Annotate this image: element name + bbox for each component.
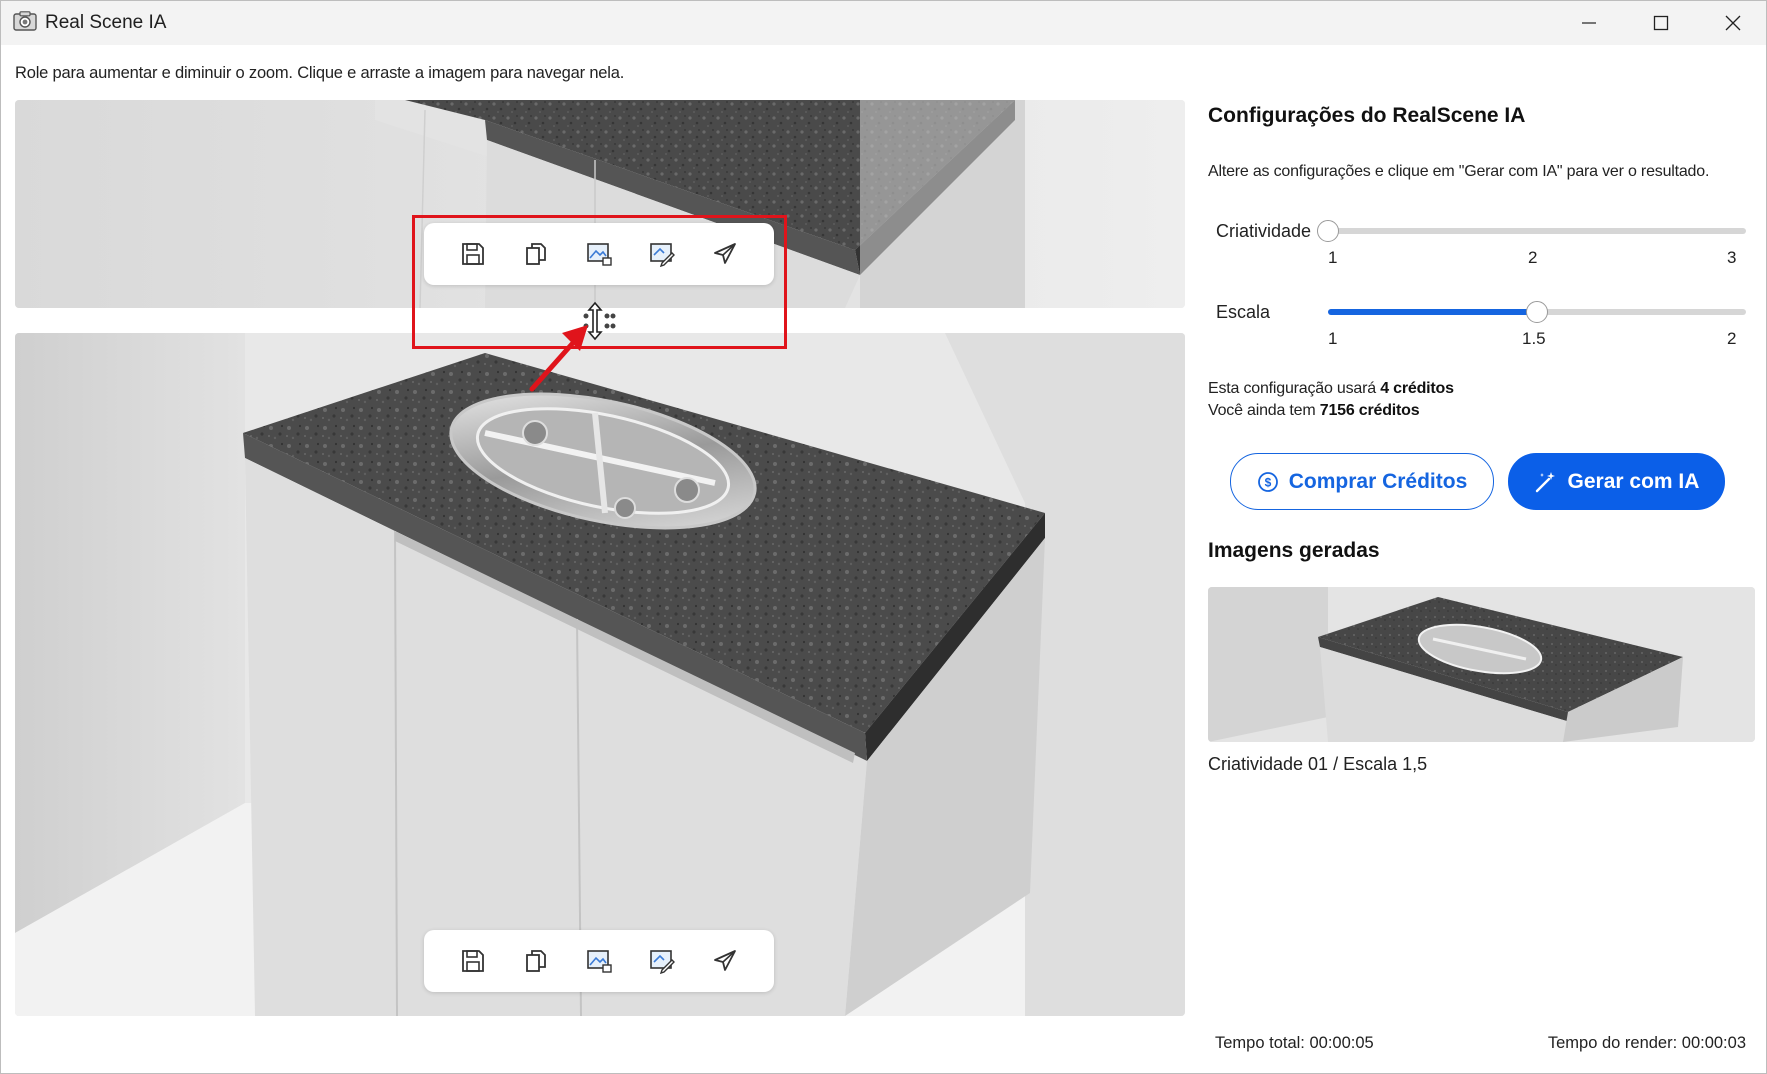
- credits-usage-prefix: Esta configuração usará: [1208, 380, 1376, 397]
- send-button[interactable]: [705, 941, 745, 981]
- minimize-button[interactable]: [1553, 1, 1625, 45]
- coin-icon: $: [1257, 471, 1278, 492]
- escala-tick-min: 1: [1328, 329, 1338, 348]
- maximize-icon: [1653, 15, 1669, 31]
- close-button[interactable]: [1697, 1, 1767, 45]
- credits-balance-prefix: Você ainda tem: [1208, 402, 1316, 419]
- kitchen-render-main: [15, 333, 1185, 1016]
- settings-description: Altere as configurações e clique em "Ger…: [1208, 163, 1710, 180]
- viewer-hint: Role para aumentar e diminuir o zoom. Cl…: [15, 64, 625, 82]
- title-bar: Real Scene IA: [1, 1, 1766, 45]
- credits-balance: Você ainda tem 7156 créditos: [1208, 402, 1420, 420]
- generate-ai-label: Gerar com IA: [1567, 469, 1700, 493]
- close-icon: [1725, 15, 1741, 31]
- criatividade-tick-min: 1: [1328, 248, 1338, 267]
- escala-label: Escala: [1216, 302, 1271, 322]
- maximize-button[interactable]: [1625, 1, 1697, 45]
- credits-usage-value: 4 créditos: [1380, 380, 1454, 397]
- criatividade-label: Criatividade: [1216, 221, 1312, 241]
- criatividade-tick-mid: 2: [1528, 248, 1538, 267]
- annotation-arrow-icon: [529, 325, 588, 392]
- total-time: Tempo total: 00:00:05: [1215, 1034, 1374, 1052]
- image-export-button[interactable]: [579, 941, 619, 981]
- app-window: Real Scene IA Role para aumentar e dimin…: [0, 0, 1767, 1074]
- save-button[interactable]: [453, 941, 493, 981]
- window-title: Real Scene IA: [45, 12, 167, 33]
- magic-wand-icon: [1535, 471, 1555, 492]
- buy-credits-button[interactable]: $ Comprar Créditos: [1230, 453, 1494, 510]
- criatividade-slider-track[interactable]: [1328, 228, 1746, 234]
- render-viewport-main[interactable]: [15, 333, 1185, 1016]
- viewer-toolbar-bottom: [424, 930, 774, 992]
- generated-image-caption: Criatividade 01 / Escala 1,5: [1208, 754, 1428, 774]
- escala-slider-fill: [1328, 309, 1537, 315]
- send-icon: [713, 950, 736, 971]
- image-edit-icon: [649, 950, 675, 974]
- render-time: Tempo do render: 00:00:03: [1547, 1034, 1746, 1052]
- minimize-icon: [1582, 22, 1596, 24]
- credits-balance-value: 7156 créditos: [1319, 402, 1420, 419]
- criatividade-slider-thumb[interactable]: [1317, 220, 1339, 242]
- escala-tick-max: 2: [1727, 329, 1737, 348]
- settings-title: Configurações do RealScene IA: [1208, 104, 1526, 127]
- copy-icon: [526, 950, 547, 972]
- image-edit-button[interactable]: [642, 941, 682, 981]
- escala-tick-mid: 1.5: [1522, 329, 1546, 348]
- buy-credits-label: Comprar Créditos: [1288, 469, 1468, 493]
- generated-kitchen-image: [1208, 587, 1755, 742]
- svg-text:$: $: [1264, 475, 1271, 489]
- generated-image-thumbnail[interactable]: [1208, 587, 1755, 742]
- copy-button[interactable]: [516, 941, 556, 981]
- credits-usage: Esta configuração usará 4 créditos: [1208, 380, 1454, 398]
- generated-images-title: Imagens geradas: [1208, 539, 1380, 562]
- save-icon: [462, 950, 485, 972]
- generate-ai-button[interactable]: Gerar com IA: [1508, 453, 1725, 510]
- image-export-icon: [587, 950, 612, 973]
- escala-slider-thumb[interactable]: [1526, 301, 1548, 323]
- criatividade-tick-max: 3: [1727, 248, 1737, 267]
- camera-icon: [13, 11, 37, 31]
